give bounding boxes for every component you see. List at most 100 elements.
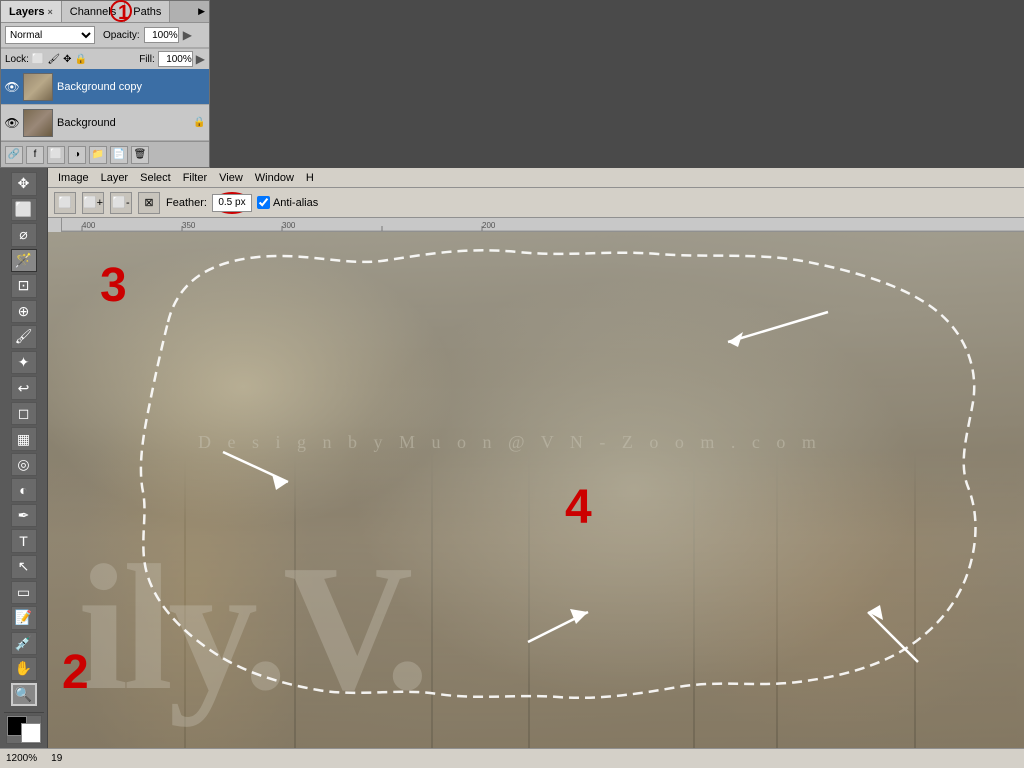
background-large-text: ily.V. xyxy=(78,538,425,718)
layer-styles-btn[interactable]: f xyxy=(26,146,44,164)
menu-view[interactable]: View xyxy=(213,170,249,186)
column-8 xyxy=(916,448,1024,748)
tool-blur[interactable]: ◎ xyxy=(11,453,37,477)
panel-expand-icon[interactable]: ▶ xyxy=(198,6,205,17)
toolbar: ✥ ⬜ ⌀ 🪄 ⊡ ⊕ 🖌 ✦ ↩ ◻ ▦ ◎ ◐ ✒ T ↖ ▭ 📝 💉 ✋ … xyxy=(0,168,48,748)
layer-name-bg: Background xyxy=(57,117,189,129)
tool-gradient[interactable]: ▦ xyxy=(11,427,37,451)
layer-item-bg[interactable]: 👁 Background 🔒 xyxy=(1,105,209,141)
blend-mode-row: Normal Opacity: ▶ xyxy=(1,23,209,48)
adjustment-btn[interactable]: ◑ xyxy=(68,146,86,164)
tab-paths-label: Paths xyxy=(133,6,161,18)
link-layers-btn[interactable]: 🔗 xyxy=(5,146,23,164)
tool-eraser[interactable]: ◻ xyxy=(11,402,37,426)
lock-row: Lock: ⬜ 🖌 ✥ 🔒 Fill: ▶ xyxy=(1,48,209,69)
watermark-text: D e s i g n b y M u o n @ V N - Z o o m … xyxy=(198,432,822,453)
tool-stamp[interactable]: ✦ xyxy=(11,351,37,375)
column-7 xyxy=(778,448,914,748)
panel-bottom-bar: 🔗 f ⬜ ◑ 📁 📄 🗑 xyxy=(1,141,209,167)
menu-bar: Image Layer Select Filter View Window H xyxy=(48,168,1024,188)
tool-move[interactable]: ✥ xyxy=(11,172,37,196)
anti-alias-row: Anti-alias xyxy=(257,196,318,209)
tool-crop[interactable]: ⊡ xyxy=(11,274,37,298)
tool-path-select[interactable]: ↖ xyxy=(11,555,37,579)
tool-text[interactable]: T xyxy=(11,529,37,553)
layers-panel: Layers × Channels Paths ▶ Normal Opacity… xyxy=(0,0,210,168)
opacity-arrow[interactable]: ▶ xyxy=(183,28,192,42)
layer-lock-icon: 🔒 xyxy=(193,117,205,129)
tool-brush[interactable]: 🖌 xyxy=(11,325,37,349)
blend-mode-select[interactable]: Normal xyxy=(5,26,95,44)
eye-icon-bg-copy: 👁 xyxy=(4,80,19,94)
menu-layer[interactable]: Layer xyxy=(95,170,135,186)
tool-dodge[interactable]: ◐ xyxy=(11,478,37,502)
menu-help[interactable]: H xyxy=(300,170,320,186)
tool-zoom[interactable]: 🔍 xyxy=(11,683,37,707)
selection-mode-intersect[interactable]: ⊠ xyxy=(138,192,160,214)
menu-filter[interactable]: Filter xyxy=(177,170,213,186)
tool-hand[interactable]: ✋ xyxy=(11,657,37,681)
tab-layers[interactable]: Layers × xyxy=(1,1,62,22)
document-info: 19 xyxy=(51,753,62,764)
layer-thumb-bg-copy xyxy=(23,73,53,101)
svg-text:400: 400 xyxy=(82,221,96,230)
tool-notes[interactable]: 📝 xyxy=(11,606,37,630)
column-4 xyxy=(433,448,528,748)
eye-icon-bg: 👁 xyxy=(4,116,19,130)
layer-item-bg-copy[interactable]: 👁 Background copy xyxy=(1,69,209,105)
opacity-label: Opacity: xyxy=(103,30,140,41)
tool-marquee[interactable]: ⬜ xyxy=(11,198,37,222)
selection-mode-new[interactable]: ⬜ xyxy=(54,192,76,214)
tool-shape[interactable]: ▭ xyxy=(11,581,37,605)
layer-eye-bg[interactable]: 👁 xyxy=(5,116,19,130)
opacity-input[interactable] xyxy=(144,27,179,43)
zoom-level: 1200% xyxy=(6,753,37,764)
annotation-3: 3 xyxy=(100,258,127,313)
lock-position-icon[interactable]: ✥ xyxy=(63,54,71,65)
selection-mode-add[interactable]: ⬜+ xyxy=(82,192,104,214)
tool-magic-wand[interactable]: 🪄 xyxy=(11,249,37,273)
tab-paths[interactable]: Paths xyxy=(125,1,170,22)
menu-image[interactable]: Image xyxy=(52,170,95,186)
group-btn[interactable]: 📁 xyxy=(89,146,107,164)
feather-input[interactable] xyxy=(212,194,252,212)
tool-pen[interactable]: ✒ xyxy=(11,504,37,528)
tool-history-brush[interactable]: ↩ xyxy=(11,376,37,400)
fill-input[interactable] xyxy=(158,51,193,67)
background-color[interactable] xyxy=(21,723,41,743)
lock-transparent-icon[interactable]: ⬜ xyxy=(32,54,44,65)
tool-lasso[interactable]: ⌀ xyxy=(11,223,37,247)
annotation-2: 2 xyxy=(62,645,89,700)
lock-all-icon[interactable]: 🔒 xyxy=(74,54,86,65)
feather-label: Feather: xyxy=(166,197,207,209)
fill-arrow[interactable]: ▶ xyxy=(196,52,205,66)
status-bar: 1200% 19 xyxy=(0,748,1024,768)
fill-label: Fill: xyxy=(139,54,155,65)
options-bar: ⬜ ⬜+ ⬜- ⊠ Feather: Anti-alias xyxy=(48,188,1024,218)
layer-name-bg-copy: Background copy xyxy=(57,81,205,93)
svg-text:200: 200 xyxy=(482,221,496,230)
new-layer-btn[interactable]: 📄 xyxy=(110,146,128,164)
tool-healing[interactable]: ⊕ xyxy=(11,300,37,324)
annotation-4: 4 xyxy=(565,480,592,535)
svg-text:300: 300 xyxy=(282,221,296,230)
layer-thumb-bg xyxy=(23,109,53,137)
add-mask-btn[interactable]: ⬜ xyxy=(47,146,65,164)
tab-layers-label: Layers xyxy=(9,6,44,18)
tab-layers-close[interactable]: × xyxy=(47,7,52,17)
tool-eyedropper[interactable]: 💉 xyxy=(11,632,37,656)
menu-window[interactable]: Window xyxy=(249,170,300,186)
anti-alias-label: Anti-alias xyxy=(273,197,318,209)
selection-mode-subtract[interactable]: ⬜- xyxy=(110,192,132,214)
ruler-horizontal: 400 350 300 200 xyxy=(62,218,1024,232)
foreground-background-colors[interactable] xyxy=(6,715,42,744)
lock-paint-icon[interactable]: 🖌 xyxy=(47,54,60,65)
annotation-1: 1 xyxy=(118,2,129,25)
lock-label: Lock: xyxy=(5,54,29,65)
anti-alias-checkbox[interactable] xyxy=(257,196,270,209)
column-5 xyxy=(530,448,693,748)
menu-select[interactable]: Select xyxy=(134,170,177,186)
column-6 xyxy=(695,448,776,748)
layer-eye-bg-copy[interactable]: 👁 xyxy=(5,80,19,94)
delete-layer-btn[interactable]: 🗑 xyxy=(131,146,149,164)
